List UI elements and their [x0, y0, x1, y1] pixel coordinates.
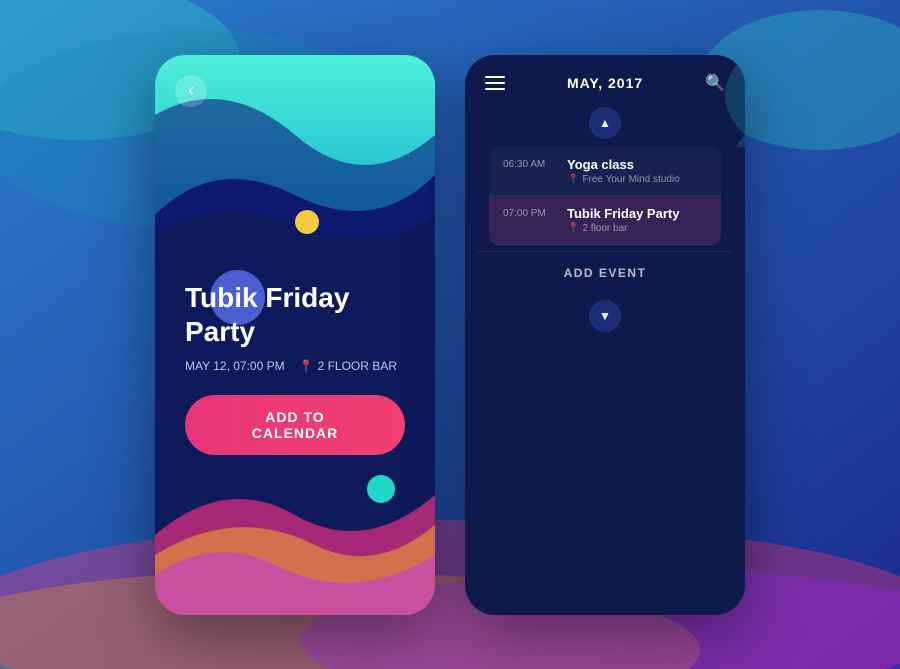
hamburger-line-1 — [485, 76, 505, 78]
event-time-1: 06:30 AM — [503, 157, 555, 185]
event-location: 📍 2 FLOOR BAR — [299, 359, 397, 373]
events-list: 06:30 AM Yoga class 📍 Free Your Mind stu… — [489, 147, 721, 245]
venue-pin-icon-2: 📍 — [567, 223, 579, 234]
venue-pin-icon-1: 📍 — [567, 174, 579, 185]
calendar-header: MAY, 2017 🔍 — [465, 55, 745, 103]
event-item-yoga: 06:30 AM Yoga class 📍 Free Your Mind stu… — [489, 147, 721, 196]
event-date: MAY 12, 07:00 PM — [185, 359, 285, 373]
event-name-1: Yoga class — [567, 157, 707, 172]
chevron-down-area: ▼ — [477, 294, 733, 342]
event-info: Tubik Friday Party MAY 12, 07:00 PM 📍 2 … — [185, 281, 405, 454]
deco-circle-teal — [367, 475, 395, 503]
phone-left: ‹ Tubik Friday Party MAY 12, 07:00 PM 📍 … — [155, 55, 435, 615]
event-name-2: Tubik Friday Party — [567, 206, 707, 221]
hamburger-menu-icon[interactable] — [485, 76, 505, 90]
chevron-up-button[interactable]: ▲ — [589, 107, 621, 139]
add-to-calendar-button[interactable]: ADD TO CALENDAR — [185, 395, 405, 455]
event-venue-2: 📍 2 floor bar — [567, 223, 707, 234]
chevron-down-button[interactable]: ▼ — [589, 300, 621, 332]
event-venue-1: 📍 Free Your Mind studio — [567, 174, 707, 185]
add-event-button[interactable]: ADD EVENT — [477, 251, 733, 294]
deco-circle-yellow — [295, 210, 319, 234]
event-location-text: 2 FLOOR BAR — [318, 359, 397, 373]
phones-container: ‹ Tubik Friday Party MAY 12, 07:00 PM 📍 … — [155, 55, 745, 615]
bottom-waves — [155, 455, 435, 615]
search-icon[interactable]: 🔍 — [705, 73, 725, 93]
event-time-2: 07:00 PM — [503, 206, 555, 234]
hamburger-line-3 — [485, 88, 505, 90]
location-pin-icon: 📍 — [299, 359, 314, 373]
calendar-month-year: MAY, 2017 — [567, 75, 643, 91]
event-details-2: Tubik Friday Party 📍 2 floor bar — [567, 206, 707, 234]
event-title: Tubik Friday Party — [185, 281, 405, 348]
back-button[interactable]: ‹ — [175, 75, 207, 107]
event-item-party: 07:00 PM Tubik Friday Party 📍 2 floor ba… — [489, 196, 721, 245]
event-details-1: Yoga class 📍 Free Your Mind studio — [567, 157, 707, 185]
event-meta: MAY 12, 07:00 PM 📍 2 FLOOR BAR — [185, 359, 405, 373]
phone-right: MAY, 2017 🔍 ▲ MTWTFSS1234567891011121314… — [465, 55, 745, 615]
hamburger-line-2 — [485, 82, 505, 84]
chevron-up-area: ▲ — [465, 103, 745, 147]
